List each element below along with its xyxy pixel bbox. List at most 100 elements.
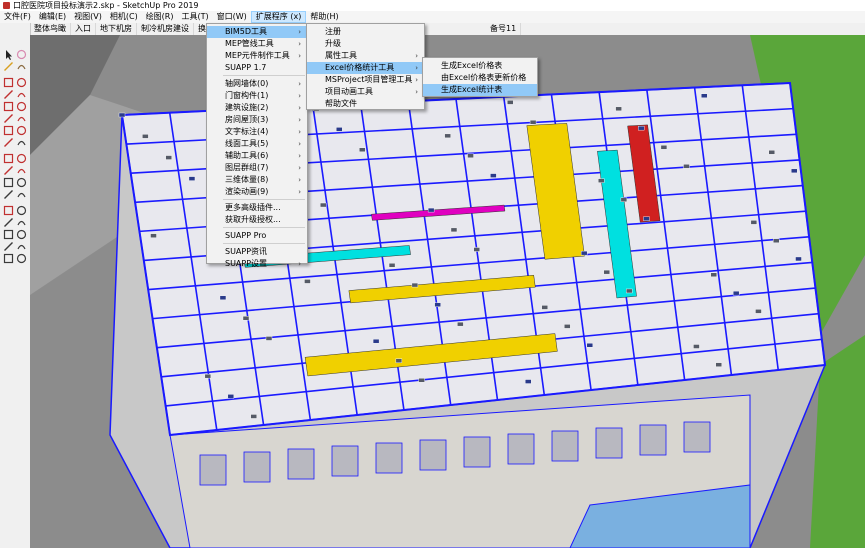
eraser-tool-icon[interactable] [16, 49, 27, 60]
menu-option[interactable]: 项目动画工具 › [307, 86, 424, 98]
menu-option[interactable]: 生成Excel统计表 [423, 84, 537, 96]
equipment-block [434, 302, 441, 307]
menu-item[interactable]: 视图(V) [70, 11, 106, 23]
menu-option-label: 更多高级插件... [225, 203, 281, 212]
scene-tab[interactable]: 备号11 [486, 23, 522, 35]
menu-option[interactable]: BIM5D工具 › [207, 26, 307, 38]
submenu-arrow-icon: › [298, 92, 301, 100]
select-tool-icon[interactable] [3, 49, 14, 60]
protractor-icon[interactable] [16, 177, 27, 188]
facade-window [287, 448, 315, 480]
previous-view-icon[interactable] [16, 229, 27, 240]
scale-tool-icon[interactable] [3, 165, 14, 176]
menu-option[interactable]: 渲染动画(9) › [207, 186, 307, 198]
equipment-block [395, 358, 403, 363]
section-plane-icon[interactable] [16, 253, 27, 264]
menu-option[interactable]: MEP管线工具 › [207, 38, 307, 50]
menu-option-label: 属性工具 [325, 51, 357, 60]
dimension-tool-icon[interactable] [3, 189, 14, 200]
menu-item[interactable]: 文件(F) [0, 11, 35, 23]
menu-option[interactable]: 文字标注(4) › [207, 126, 307, 138]
scene-tab[interactable]: 入口 [71, 23, 96, 35]
circle-tool-icon[interactable] [3, 101, 14, 112]
scene-tab[interactable]: 制冷机房建设 [137, 23, 194, 35]
push-pull-icon[interactable] [3, 125, 14, 136]
tape-measure-icon[interactable] [3, 177, 14, 188]
equipment-block [118, 112, 126, 118]
menu-option[interactable]: 帮助文件 [307, 98, 424, 110]
menu-option[interactable]: Excel价格统计工具 › [307, 62, 424, 74]
menu-option[interactable]: MSProject项目管理工具 › [307, 74, 424, 86]
equipment-block [336, 127, 343, 132]
polygon-tool-icon[interactable] [16, 101, 27, 112]
menu-option[interactable]: 更多高级插件... [207, 202, 307, 214]
equipment-block [359, 147, 366, 153]
menu-option[interactable]: 获取升级授权... [207, 214, 307, 226]
equipment-block [643, 216, 650, 221]
menu-item[interactable]: 帮助(H) [306, 11, 342, 23]
text-tool-icon[interactable] [16, 137, 27, 148]
menu-item[interactable]: 工具(T) [178, 11, 213, 23]
model-viewport[interactable] [30, 35, 865, 548]
sketchup-app-icon [3, 2, 10, 9]
arc-tool-icon[interactable] [3, 113, 14, 124]
menu-option[interactable]: 房间屋顶(3) › [207, 114, 307, 126]
menu-option[interactable]: 生成Excel价格表 [423, 60, 537, 72]
menu-option[interactable]: SUAPP Pro [207, 230, 307, 242]
walk-tool-icon[interactable] [3, 241, 14, 252]
equipment-block [626, 288, 633, 294]
menu-option[interactable]: SUAPP 1.7 [207, 62, 307, 74]
window-title: 口腔医院项目投标演示2.skp - SketchUp Pro 2019 [13, 1, 199, 10]
menu-option[interactable]: 线面工具(5) › [207, 138, 307, 150]
move-tool-icon[interactable] [3, 153, 14, 164]
menu-option[interactable]: 轴网墙体(0) › [207, 78, 307, 90]
look-around-icon[interactable] [16, 241, 27, 252]
menu-item[interactable]: 相机(C) [106, 11, 142, 23]
menu-option[interactable]: MEP元件制作工具 › [207, 50, 307, 62]
freehand-tool-icon[interactable] [16, 77, 27, 88]
equipment-block [598, 178, 605, 183]
position-camera-icon[interactable] [3, 253, 14, 264]
paint-bucket-icon[interactable] [3, 61, 14, 72]
line-tool-icon[interactable] [3, 77, 14, 88]
menu-option[interactable]: 升级 [307, 38, 424, 50]
menu-option[interactable]: SUAPP资讯 [207, 246, 307, 258]
menu-item[interactable]: 编辑(E) [35, 11, 70, 23]
menu-option-label: MEP管线工具 [225, 39, 274, 48]
menu-item[interactable]: 绘图(R) [142, 11, 178, 23]
offset-tool-icon[interactable] [3, 137, 14, 148]
pan-tool-icon[interactable] [16, 205, 27, 216]
scene-tab[interactable]: 地下机房 [96, 23, 137, 35]
menu-item[interactable]: 窗口(W) [213, 11, 251, 23]
menu-option-label: MEP元件制作工具 [225, 51, 290, 60]
orbit-tool-icon[interactable] [3, 205, 14, 216]
menu-option[interactable]: 建筑设施(2) › [207, 102, 307, 114]
equipment-block [444, 133, 451, 139]
menu-option[interactable]: 由Excel价格表更新价格 [423, 72, 537, 84]
menu-option[interactable]: 注册 [307, 26, 424, 38]
submenu-arrow-icon: › [298, 188, 301, 196]
component-icon[interactable] [16, 61, 27, 72]
menu-option[interactable]: 三维体量(8) › [207, 174, 307, 186]
rotated-rect-icon[interactable] [16, 89, 27, 100]
pie-tool-icon[interactable] [16, 113, 27, 124]
menu-option-label: 项目动画工具 [325, 87, 373, 96]
menu-option[interactable]: 门窗构件(1) › [207, 90, 307, 102]
menu-option[interactable]: 辅助工具(6) › [207, 150, 307, 162]
submenu-arrow-icon: › [298, 40, 301, 48]
zoom-tool-icon[interactable] [3, 217, 14, 228]
flip-tool-icon[interactable] [16, 165, 27, 176]
axes-tool-icon[interactable] [16, 189, 27, 200]
menu-item[interactable]: 扩展程序 (x) [250, 11, 307, 23]
menu-option[interactable]: SUAPP设置 › [207, 258, 307, 270]
rectangle-tool-icon[interactable] [3, 89, 14, 100]
scene-tab[interactable]: 整体鸟瞰 [30, 23, 71, 35]
equipment-block [467, 153, 474, 158]
menu-option[interactable]: 属性工具 › [307, 50, 424, 62]
menu-option[interactable]: 图层群组(7) › [207, 162, 307, 174]
zoom-extents-icon[interactable] [3, 229, 14, 240]
rotate-tool-icon[interactable] [16, 153, 27, 164]
follow-me-icon[interactable] [16, 125, 27, 136]
facade-window [375, 442, 403, 474]
zoom-window-icon[interactable] [16, 217, 27, 228]
